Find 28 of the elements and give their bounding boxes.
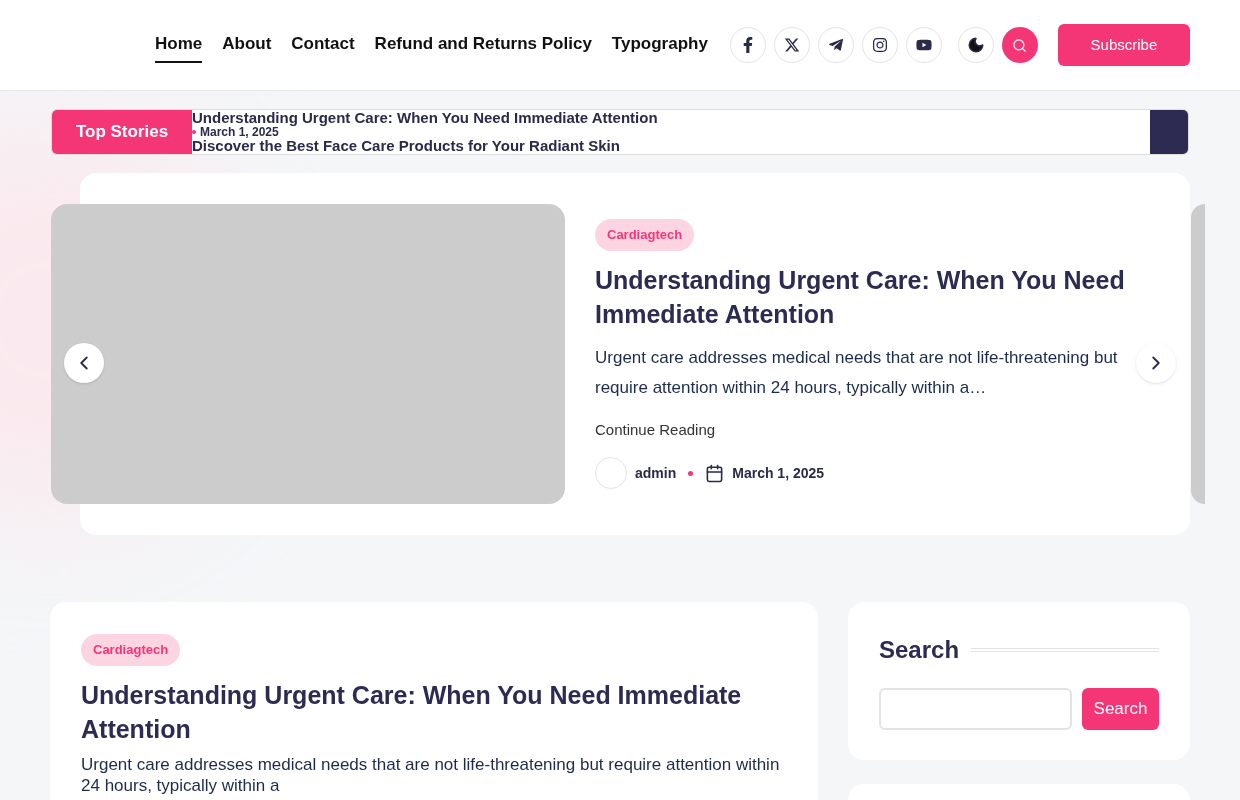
calendar-icon xyxy=(705,463,725,483)
continue-reading-link[interactable]: Continue Reading xyxy=(595,418,1140,441)
nav-link[interactable]: Contact xyxy=(291,27,355,63)
post-date: March 1, 2025 xyxy=(732,463,825,483)
paper-plane-icon xyxy=(827,37,844,53)
ticker-label: Top Stories xyxy=(52,110,192,154)
moon-icon xyxy=(966,36,985,54)
post-excerpt: Urgent care addresses medical needs that are not life-threatening but require attention within 24 hours, typically within a xyxy=(81,753,781,796)
search-icon xyxy=(1012,37,1028,53)
ticker-date: March 1, 2025 xyxy=(200,125,279,139)
ticker-headline[interactable]: Discover the Best Face Care Products for Your Radiant Skin xyxy=(192,139,1150,153)
search-button[interactable] xyxy=(1001,27,1038,63)
widget-title: Search xyxy=(879,635,960,665)
author-name[interactable]: admin xyxy=(635,462,677,484)
youtube-icon xyxy=(915,37,932,53)
search-submit-button[interactable]: Search xyxy=(1082,688,1159,730)
nav-link[interactable]: Typography xyxy=(611,27,708,63)
nav-link[interactable]: Refund and Returns Policy xyxy=(374,27,592,63)
subscribe-button[interactable]: Subscribe xyxy=(1057,24,1190,66)
x-icon xyxy=(783,37,800,53)
instagram-icon xyxy=(871,37,888,53)
slide-excerpt: Urgent care addresses medical needs that are not life-threatening but require attention within 24 hours, typically within a… xyxy=(595,346,1119,399)
slide-title[interactable]: Understanding Urgent Care: When You Need Immediate Attention xyxy=(595,262,1140,331)
previous-slide-button[interactable] xyxy=(64,343,104,383)
search-field[interactable] xyxy=(879,688,1072,730)
post-title[interactable]: Understanding Urgent Care: When You Need Immediate Attention xyxy=(81,677,787,746)
nav-link[interactable]: Home xyxy=(155,27,203,63)
nav-link[interactable]: About xyxy=(222,27,272,63)
